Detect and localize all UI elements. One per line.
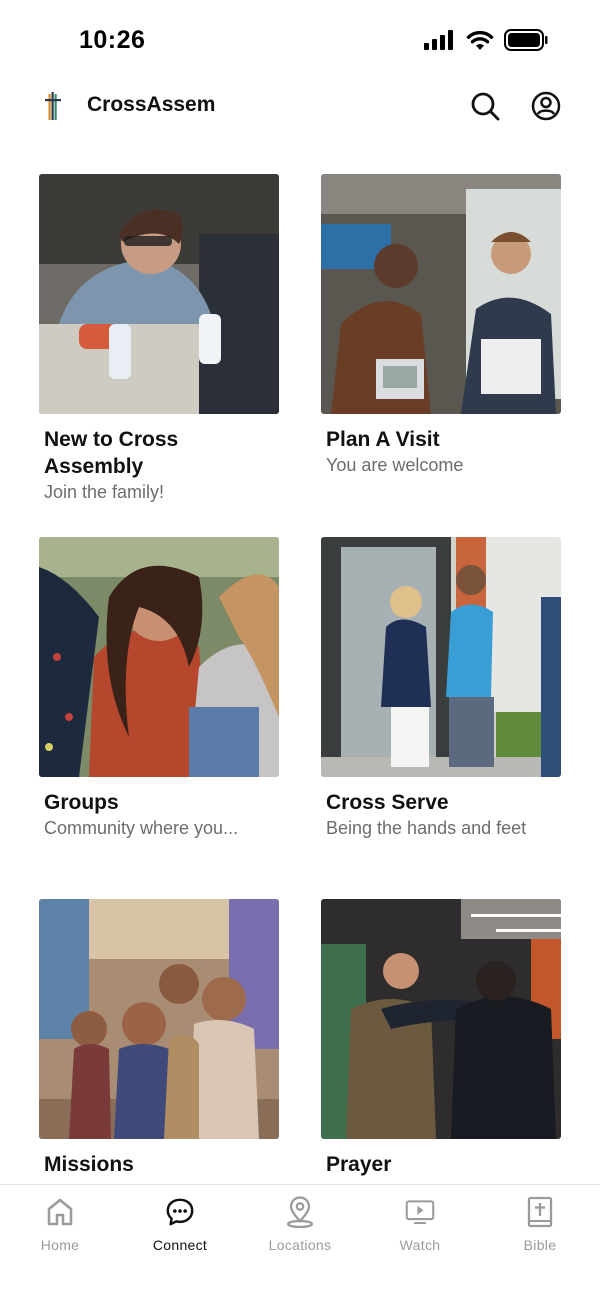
card-prayer[interactable]: Prayer (321, 899, 561, 1178)
tv-play-icon (405, 1200, 435, 1225)
status-icons (424, 29, 548, 51)
card-new-to-cross-assembly[interactable]: New to Cross Assembly Join the family! (39, 174, 279, 504)
app-title: CrossAssem (87, 93, 216, 116)
bible-icon (527, 1196, 553, 1228)
tab-bible[interactable]: Bible (480, 1195, 600, 1265)
card-subtitle: Being the hands and feet (326, 818, 527, 838)
status-time: 10:26 (79, 26, 146, 54)
tab-label: Locations (268, 1237, 332, 1253)
user-account-icon (531, 91, 561, 121)
card-image (39, 174, 279, 414)
card-image (39, 899, 279, 1139)
tab-watch[interactable]: Watch (360, 1195, 480, 1265)
chat-icon (166, 1198, 194, 1226)
card-image (321, 537, 561, 777)
card-title: Missions (44, 1153, 134, 1176)
tab-home[interactable]: Home (0, 1195, 120, 1265)
search-button[interactable] (470, 91, 500, 121)
cross-logo-icon (45, 92, 61, 120)
tab-label: Bible (523, 1237, 557, 1253)
card-title: Groups (44, 791, 119, 814)
tab-label: Watch (399, 1237, 441, 1253)
app-header: CrossAssem (0, 80, 600, 134)
tab-connect[interactable]: Connect (120, 1195, 240, 1265)
card-subtitle: Community where you... (44, 818, 239, 838)
card-missions[interactable]: Missions (39, 899, 279, 1178)
card-image (321, 174, 561, 414)
card-subtitle: Join the family! (44, 482, 165, 502)
tab-label: Home (40, 1237, 80, 1253)
home-icon (47, 1198, 73, 1226)
status-bar: 10:26 (0, 0, 600, 80)
card-subtitle: You are welcome (326, 455, 464, 475)
card-plan-a-visit[interactable]: Plan A Visit You are welcome (321, 174, 561, 477)
card-title: New to Cross Assembly (44, 428, 179, 478)
card-groups[interactable]: Groups Community where you... (39, 537, 279, 840)
tab-label: Connect (152, 1237, 208, 1253)
bottom-tab-bar: Home Connect Locations Watch Bible (0, 1184, 600, 1300)
card-image (321, 899, 561, 1139)
account-button[interactable] (531, 91, 561, 121)
battery-icon (504, 29, 548, 51)
cellular-signal-icon (424, 30, 453, 50)
card-image (39, 537, 279, 777)
card-title: Prayer (326, 1153, 392, 1176)
connect-grid: New to Cross Assembly Join the family! P… (0, 134, 600, 1184)
card-cross-serve[interactable]: Cross Serve Being the hands and feet (321, 537, 561, 840)
card-title: Cross Serve (326, 791, 449, 814)
card-title: Plan A Visit (326, 428, 440, 451)
location-pin-icon (286, 1196, 314, 1228)
tab-locations[interactable]: Locations (240, 1195, 360, 1265)
search-icon (471, 92, 500, 121)
wifi-icon (466, 30, 494, 50)
